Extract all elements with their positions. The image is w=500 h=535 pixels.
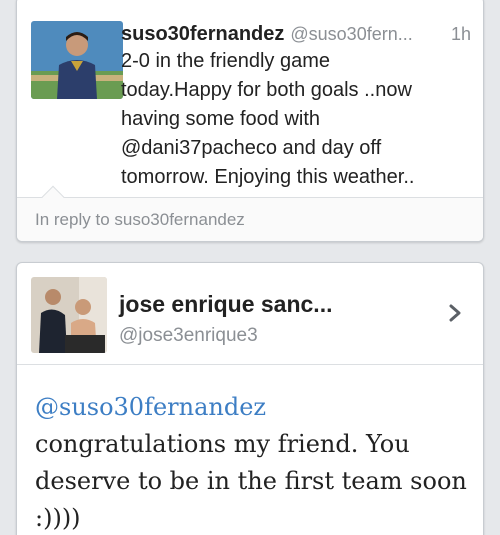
reply-text-line: congratulations my friend. You	[35, 430, 410, 458]
tweet-text: 2-0 in the friendly game today.Happy for…	[121, 47, 471, 192]
in-reply-to-label: In reply to suso30fernandez	[35, 210, 245, 229]
tweet-card[interactable]: suso30fernandez @suso30fern... 1h 2-0 in…	[16, 0, 484, 242]
tweet-handle: @suso30fern...	[290, 24, 413, 44]
in-reply-to-bar[interactable]: In reply to suso30fernandez	[17, 185, 483, 241]
tweet-text-line: today.Happy for both goals ..now	[121, 79, 412, 101]
reply-notch	[41, 185, 65, 209]
tweet-text-line: 2-0 in the friendly game	[121, 50, 331, 72]
tweet-text-line: tomorrow. Enjoying this weather..	[121, 166, 415, 188]
reply-text: @suso30fernandez congratulations my frie…	[35, 389, 475, 535]
tweet-text-line: @dani37pacheco and day off	[121, 137, 382, 159]
reply-text-line: deserve to be in the first team soon	[35, 467, 467, 495]
tweet-username[interactable]: suso30fernandez	[121, 23, 284, 46]
chevron-right-icon[interactable]	[445, 303, 465, 323]
reply-text-line: :))))	[35, 504, 81, 532]
reply-profile-row[interactable]: jose enrique sanc... @jose3enrique3	[17, 263, 483, 365]
reply-avatar[interactable]	[31, 277, 107, 353]
reply-tweet-card: jose enrique sanc... @jose3enrique3 @sus…	[16, 262, 484, 535]
tweet-header: suso30fernandez @suso30fern... 1h	[121, 23, 471, 46]
tweet-text-line: having some food with	[121, 108, 321, 130]
reply-display-name: jose enrique sanc...	[119, 291, 333, 317]
tweet-avatar[interactable]	[31, 21, 123, 99]
tweet-timestamp: 1h	[450, 24, 471, 44]
reply-handle: @jose3enrique3	[119, 325, 258, 346]
reply-mention-link[interactable]: @suso30fernandez	[35, 389, 475, 426]
